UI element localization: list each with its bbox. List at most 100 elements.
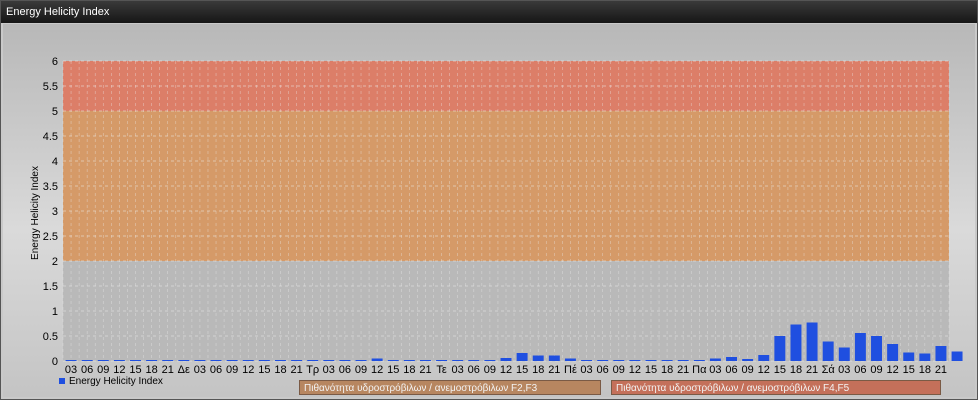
x-tick-23: Τε	[436, 364, 447, 376]
x-tick-26: 09	[484, 364, 496, 376]
y-tick-12: 6	[52, 56, 58, 68]
bar-16	[323, 360, 335, 361]
bar-34	[613, 360, 625, 361]
x-tick-37: 18	[661, 364, 673, 376]
legend-series-label: Energy Helicity Index	[69, 376, 163, 387]
x-tick-31: Πέ	[564, 364, 577, 376]
y-tick-3: 1.5	[43, 281, 58, 293]
ehi-chart: 0 0.5 1 1.5 2 2.5 3 3.5 4 4.5 5 5.5 6 03 06 09 12 15 18 21…	[30, 56, 963, 376]
chart-window: Energy Helicity Index 0 0.5 1 1.5 2 2.5 3 3.5 4 4…	[0, 0, 978, 400]
x-tick-41: 06	[725, 364, 737, 376]
x-tick-48: 03	[838, 364, 850, 376]
zone-label-f4f5-text: Πιθανότητα υδροστρόβιλων / ανεμοστρόβιλω…	[616, 383, 850, 394]
x-tick-17: 06	[339, 364, 351, 376]
bar-33	[597, 360, 609, 361]
bar-29	[532, 355, 544, 361]
x-tick-21: 18	[403, 364, 415, 376]
y-tick-6: 3	[52, 206, 58, 218]
x-tick-43: 12	[758, 364, 770, 376]
x-tick-49: 06	[854, 364, 866, 376]
bar-37	[661, 360, 673, 361]
x-tick-34: 09	[613, 364, 625, 376]
bar-5	[146, 360, 158, 361]
bar-24	[452, 360, 464, 361]
bar-0	[65, 360, 77, 361]
y-tick-0: 0	[52, 356, 58, 368]
bar-12	[258, 360, 270, 361]
bar-20	[387, 360, 399, 361]
x-tick-28: 15	[516, 364, 528, 376]
x-tick-45: 18	[790, 364, 802, 376]
bar-45	[790, 324, 802, 361]
x-tick-32: 03	[580, 364, 592, 376]
x-tick-36: 15	[645, 364, 657, 376]
x-tick-3: 12	[113, 364, 125, 376]
x-tick-50: 09	[870, 364, 882, 376]
x-tick-20: 15	[387, 364, 399, 376]
x-tick-5: 18	[145, 364, 157, 376]
bar-50	[871, 336, 882, 361]
x-tick-9: 06	[210, 364, 222, 376]
y-tick-7: 3.5	[43, 181, 58, 193]
bar-11	[242, 360, 254, 361]
bar-28	[516, 353, 528, 361]
x-tick-0: 03	[65, 364, 77, 376]
bar-43	[758, 355, 770, 361]
x-tick-44: 15	[774, 364, 786, 376]
legend-swatch-icon	[59, 378, 65, 385]
x-tick-1: 06	[81, 364, 93, 376]
y-tick-2: 1	[52, 306, 58, 318]
bar-42	[742, 359, 754, 361]
x-tick-19: 12	[371, 364, 383, 376]
bar-52	[903, 352, 915, 361]
x-tick-7: Δε	[178, 364, 190, 376]
bar-14	[291, 360, 303, 361]
bar-17	[339, 360, 351, 361]
bar-19	[371, 358, 383, 361]
bar-35	[629, 360, 641, 361]
bar-39	[693, 360, 705, 361]
bar-18	[355, 360, 367, 361]
y-tick-11: 5.5	[43, 81, 58, 93]
x-tick-6: 21	[162, 364, 174, 376]
x-tick-38: 21	[677, 364, 689, 376]
x-tick-10: 09	[226, 364, 238, 376]
bar-26	[484, 360, 496, 361]
x-tick-15: Τρ	[306, 364, 319, 376]
bar-53	[919, 353, 931, 361]
bar-10	[226, 360, 238, 361]
bar-9	[210, 360, 222, 361]
y-tick-8: 4	[52, 156, 58, 168]
bar-46	[806, 322, 818, 361]
x-tick-51: 12	[886, 364, 898, 376]
bar-23	[436, 360, 448, 361]
x-tick-22: 21	[419, 364, 431, 376]
bar-8	[194, 360, 206, 361]
bar-44	[774, 336, 786, 361]
bar-32	[581, 360, 593, 361]
bar-47	[822, 341, 834, 361]
y-tick-4: 2	[52, 256, 58, 268]
x-tick-42: 09	[742, 364, 754, 376]
x-tick-29: 18	[532, 364, 544, 376]
x-tick-46: 21	[806, 364, 818, 376]
bar-21	[403, 360, 415, 361]
y-tick-1: 0.5	[43, 331, 58, 343]
bar-40	[709, 358, 721, 361]
bar-55	[951, 351, 963, 361]
zone-label-f2f3-text: Πιθανότητα υδροστρόβιλων / ανεμοστρόβιλω…	[304, 383, 538, 394]
x-tick-40: 03	[709, 364, 721, 376]
x-tick-30: 21	[548, 364, 560, 376]
bar-36	[645, 360, 657, 361]
x-tick-25: 06	[468, 364, 480, 376]
bar-38	[677, 360, 689, 361]
bar-51	[887, 344, 899, 361]
legend-series: Energy Helicity Index	[59, 376, 163, 387]
bar-22	[419, 360, 431, 361]
x-tick-12: 15	[258, 364, 270, 376]
y-axis-label: Energy Helicity Index	[30, 166, 41, 260]
x-tick-24: 03	[452, 364, 464, 376]
x-tick-16: 03	[323, 364, 335, 376]
y-tick-9: 4.5	[43, 131, 58, 143]
bar-3	[113, 360, 125, 361]
